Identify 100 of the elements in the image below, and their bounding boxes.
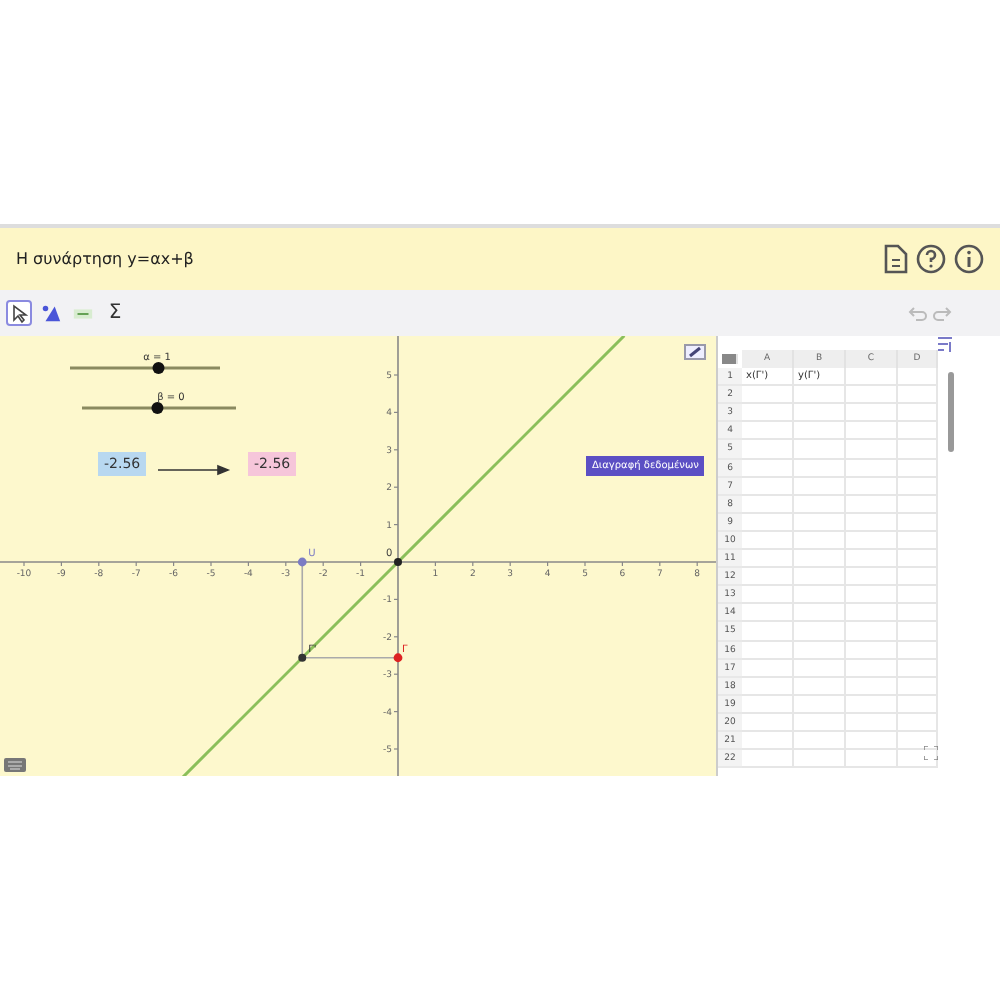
undo-icon[interactable] [908,305,928,321]
table-cell[interactable] [794,531,846,551]
sort-icon[interactable] [936,336,954,354]
table-cell[interactable] [742,440,794,460]
table-cell[interactable] [742,641,794,660]
table-cell[interactable] [794,459,846,478]
table-cell[interactable] [846,531,898,551]
table-cell[interactable] [742,750,794,769]
table-cell[interactable] [742,695,794,714]
table-cell[interactable] [742,550,794,569]
table-cell[interactable] [898,422,938,441]
table-cell[interactable] [742,495,794,514]
table-cell[interactable] [898,386,938,405]
table-cell[interactable] [794,513,846,532]
sum-tool[interactable]: Σ [102,300,128,326]
document-icon[interactable] [882,244,908,274]
table-cell[interactable] [742,677,794,696]
table-cell[interactable] [742,513,794,532]
table-cell[interactable] [794,422,846,441]
table-cell[interactable] [742,422,794,441]
table-cell[interactable] [794,440,846,460]
table-cell[interactable] [794,550,846,569]
table-cell[interactable] [898,550,938,569]
table-cell[interactable] [846,550,898,569]
table-cell[interactable] [794,477,846,496]
table-cell[interactable] [742,568,794,587]
table-cell[interactable] [794,695,846,714]
table-cell[interactable] [846,750,898,769]
table-cell[interactable] [898,695,938,714]
table-cell[interactable] [898,622,938,641]
scrollbar[interactable] [948,372,954,452]
table-cell[interactable] [742,713,794,732]
table-cell[interactable] [898,641,938,660]
table-cell[interactable] [742,604,794,623]
table-cell[interactable] [846,495,898,514]
table-cell[interactable] [794,495,846,514]
table-cell[interactable] [846,477,898,496]
table-cell[interactable] [846,641,898,660]
table-cell[interactable] [846,568,898,587]
table-cell[interactable] [794,750,846,769]
help-icon[interactable] [916,244,946,274]
table-cell[interactable] [742,459,794,478]
table-cell[interactable] [898,713,938,732]
table-cell[interactable] [898,531,938,551]
table-cell[interactable] [846,713,898,732]
table-cell[interactable] [794,713,846,732]
table-cell[interactable] [742,477,794,496]
resize-icon[interactable] [924,746,938,760]
table-cell[interactable] [794,677,846,696]
select-all-corner[interactable] [722,354,738,365]
table-cell[interactable] [794,604,846,623]
table-cell[interactable] [898,495,938,514]
table-cell[interactable] [846,459,898,478]
table-cell[interactable] [742,386,794,405]
table-cell[interactable] [846,604,898,623]
table-cell[interactable] [846,677,898,696]
table-cell[interactable] [794,586,846,605]
table-cell[interactable] [898,568,938,587]
slider[interactable] [82,402,236,414]
table-cell[interactable] [898,404,938,423]
table-cell[interactable] [846,440,898,460]
table-cell[interactable] [846,386,898,405]
table-cell[interactable] [742,404,794,423]
table-cell[interactable] [742,586,794,605]
table-cell[interactable] [742,731,794,751]
table-cell[interactable] [846,586,898,605]
table-cell[interactable] [846,622,898,641]
table-cell[interactable] [846,422,898,441]
keyboard-icon[interactable] [4,758,26,772]
table-cell[interactable] [898,368,938,387]
table-cell[interactable] [898,750,938,769]
table-cell[interactable] [742,659,794,678]
table-cell[interactable] [846,404,898,423]
table-cell[interactable] [794,386,846,405]
table-cell[interactable] [898,440,938,460]
table-cell[interactable] [794,622,846,641]
table-cell[interactable] [898,677,938,696]
table-cell[interactable] [898,731,938,751]
point[interactable] [298,653,307,662]
style-bar-icon[interactable] [684,344,706,360]
table-cell[interactable] [794,659,846,678]
table-cell[interactable] [898,513,938,532]
table-cell[interactable] [898,659,938,678]
table-cell[interactable] [794,731,846,751]
table-cell[interactable] [846,513,898,532]
table-cell[interactable] [898,586,938,605]
table-cell[interactable] [794,404,846,423]
table-cell[interactable] [898,604,938,623]
move-tool[interactable] [6,300,32,326]
table-cell[interactable] [742,531,794,551]
info-icon[interactable] [954,244,984,274]
redo-icon[interactable] [932,305,952,321]
slider-tool[interactable] [38,300,64,326]
table-cell[interactable] [846,368,898,387]
table-cell[interactable] [794,568,846,587]
table-cell[interactable] [742,622,794,641]
slider[interactable] [70,362,220,374]
table-cell[interactable] [794,641,846,660]
table-cell[interactable] [846,695,898,714]
table-cell[interactable] [898,477,938,496]
